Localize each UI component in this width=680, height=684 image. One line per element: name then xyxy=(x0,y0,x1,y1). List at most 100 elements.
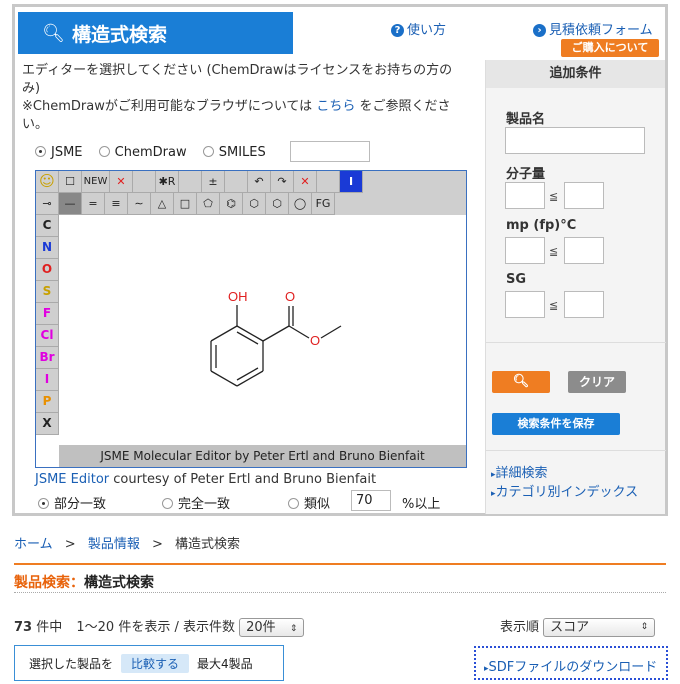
jsme-courtesy: JSME Editor courtesy of Peter Ertl and B… xyxy=(35,472,376,487)
jsme-tool-button[interactable]: NEW xyxy=(82,171,110,193)
molecular-weight-label: 分子量 xyxy=(506,167,546,182)
per-page-select[interactable]: 20件 ⇕ xyxy=(239,618,305,637)
jsme-bond-button[interactable]: = xyxy=(82,193,105,215)
methyl-bond xyxy=(320,325,342,339)
compare-button[interactable]: 比較する xyxy=(121,654,190,673)
mw-min-input[interactable] xyxy=(505,182,545,209)
breadcrumb-home[interactable]: ホーム xyxy=(14,537,53,552)
conditions-heading: 追加条件 xyxy=(486,60,665,88)
ester-oxygen-label: O xyxy=(310,333,320,348)
advanced-search-link[interactable]: ▸詳細検索 xyxy=(491,462,548,481)
sort-row: 表示順 スコア ⇕ xyxy=(500,616,656,637)
radio-icon[interactable] xyxy=(162,498,173,509)
jsme-tool-button[interactable] xyxy=(179,171,202,193)
search-button[interactable]: 🔍︎ xyxy=(492,371,550,393)
similarity-input[interactable]: 70 xyxy=(351,490,391,511)
category-index-link[interactable]: ▸カテゴリ別インデックス xyxy=(491,481,638,500)
sdf-download-label[interactable]: SDFファイルのダウンロード xyxy=(489,660,658,675)
jsme-atom-button[interactable]: F xyxy=(36,303,59,325)
save-conditions-button[interactable]: 検索条件を保存 xyxy=(492,413,620,435)
jsme-atom-button[interactable]: O xyxy=(36,259,59,281)
smiles-input[interactable] xyxy=(290,141,370,162)
jsme-bond-button[interactable]: ⊸ xyxy=(36,193,59,215)
results-heading-title: 構造式検索 xyxy=(84,575,154,591)
advanced-search-label[interactable]: 詳細検索 xyxy=(496,466,548,481)
match-option-label: 類似 xyxy=(304,497,331,512)
jsme-tool-button[interactable]: ☐ xyxy=(59,171,82,193)
sort-select[interactable]: スコア ⇕ xyxy=(543,618,656,637)
mp-max-input[interactable] xyxy=(564,237,604,264)
jsme-tool-button[interactable]: ± xyxy=(202,171,225,193)
clear-button[interactable]: クリア xyxy=(568,371,626,393)
jsme-bond-button[interactable]: — xyxy=(59,193,82,215)
jsme-tool-button[interactable]: ↶ xyxy=(248,171,271,193)
jsme-bond-button[interactable]: ⬡ xyxy=(266,193,289,215)
browser-info-link[interactable]: こちら xyxy=(316,99,355,114)
jsme-tool-button[interactable]: ✕ xyxy=(110,171,133,193)
category-index-label[interactable]: カテゴリ別インデックス xyxy=(496,485,639,500)
radio-icon[interactable] xyxy=(35,146,46,157)
jsme-atom-button[interactable]: N xyxy=(36,237,59,259)
jsme-atom-button[interactable]: Br xyxy=(36,347,59,369)
sg-min-input[interactable] xyxy=(505,291,545,318)
jsme-atom-button[interactable]: C xyxy=(36,215,59,237)
molecule-drawing[interactable]: OH O O xyxy=(196,281,396,401)
sdf-download-link[interactable]: ▸SDFファイルのダウンロード xyxy=(474,646,668,680)
sort-value: スコア xyxy=(550,620,590,635)
jsme-bond-button[interactable]: ≡ xyxy=(105,193,128,215)
jsme-editor[interactable]: ☺ ☐ NEW ✕ ✱R ± ↶ ↷ ✕ I ⊸ — = ≡ ∼ △ □ ⬠ ⌬ ⬡ ⬡ ◯ FG C N O S F Cl Br I P… xyxy=(35,170,467,468)
match-option-partial[interactable]: 部分一致 xyxy=(38,493,106,512)
jsme-atom-button[interactable]: X xyxy=(36,413,59,435)
editor-option-jsme[interactable]: JSME xyxy=(35,145,83,160)
jsme-tool-button[interactable]: ↷ xyxy=(271,171,294,193)
editor-option-chemdraw[interactable]: ChemDraw xyxy=(98,145,187,160)
jsme-bond-button[interactable]: ⬡ xyxy=(243,193,266,215)
jsme-tool-button[interactable]: ✕ xyxy=(294,171,317,193)
help-link-label[interactable]: 使い方 xyxy=(407,23,446,38)
quote-form-link[interactable]: › 見積依頼フォーム xyxy=(533,19,653,38)
jsme-tool-button[interactable]: ✱R xyxy=(156,171,179,193)
mw-max-input[interactable] xyxy=(564,182,604,209)
sg-max-input[interactable] xyxy=(564,291,604,318)
product-name-label: 製品名 xyxy=(506,112,546,127)
radio-icon[interactable] xyxy=(38,498,49,509)
jsme-tool-button[interactable] xyxy=(133,171,156,193)
mp-min-input[interactable] xyxy=(505,237,545,264)
jsme-bond-button[interactable]: ∼ xyxy=(128,193,151,215)
jsme-atom-button[interactable]: P xyxy=(36,391,59,413)
jsme-bond-button[interactable]: □ xyxy=(174,193,197,215)
jsme-atom-button[interactable]: I xyxy=(36,369,59,391)
jsme-bond-button[interactable]: ⌬ xyxy=(220,193,243,215)
jsme-atom-button[interactable]: S xyxy=(36,281,59,303)
radio-icon[interactable] xyxy=(288,498,299,509)
jsme-atom-button[interactable]: Cl xyxy=(36,325,59,347)
quote-form-label[interactable]: 見積依頼フォーム xyxy=(549,23,653,38)
match-option-exact[interactable]: 完全一致 xyxy=(162,493,230,512)
specific-gravity-label: SG xyxy=(506,272,527,287)
jsme-editor-link[interactable]: JSME Editor xyxy=(35,472,109,487)
jsme-bond-button[interactable]: △ xyxy=(151,193,174,215)
instruction-line-2: ※ChemDrawがご利用可能なブラウザについては こちら をご参照ください。 xyxy=(22,98,462,134)
jsme-bond-button[interactable]: FG xyxy=(312,193,335,215)
jsme-atom-palette: C N O S F Cl Br I P X xyxy=(36,215,59,435)
product-name-input[interactable] xyxy=(505,127,645,154)
breadcrumb-products[interactable]: 製品情報 xyxy=(88,537,140,552)
jsme-credit-bar: JSME Molecular Editor by Peter Ertl and … xyxy=(59,445,466,467)
help-link[interactable]: ? 使い方 xyxy=(391,19,446,38)
jsme-tool-button[interactable] xyxy=(317,171,340,193)
jsme-tool-button[interactable]: ☺ xyxy=(36,171,59,193)
editor-option-smiles[interactable]: SMILES xyxy=(202,145,266,160)
melting-point-label: mp (fp)°C xyxy=(506,218,577,233)
jsme-bond-button[interactable]: ◯ xyxy=(289,193,312,215)
radio-icon[interactable] xyxy=(98,146,110,157)
result-count-row: 73 件中 1〜20 件を表示 / 表示件数 20件 ⇕ xyxy=(14,616,305,637)
jsme-tool-button[interactable]: I xyxy=(340,171,363,193)
radio-icon[interactable] xyxy=(202,146,214,157)
jsme-tool-button[interactable] xyxy=(225,171,248,193)
match-option-similar[interactable]: 類似 xyxy=(288,493,330,512)
result-range: 1〜20 件を表示 / 表示件数 xyxy=(76,620,235,635)
jsme-bond-button[interactable]: ⬠ xyxy=(197,193,220,215)
updown-icon: ⇕ xyxy=(640,622,649,632)
purchase-info-button[interactable]: ご購入について xyxy=(561,39,659,57)
breadcrumb-separator: > xyxy=(64,537,76,552)
